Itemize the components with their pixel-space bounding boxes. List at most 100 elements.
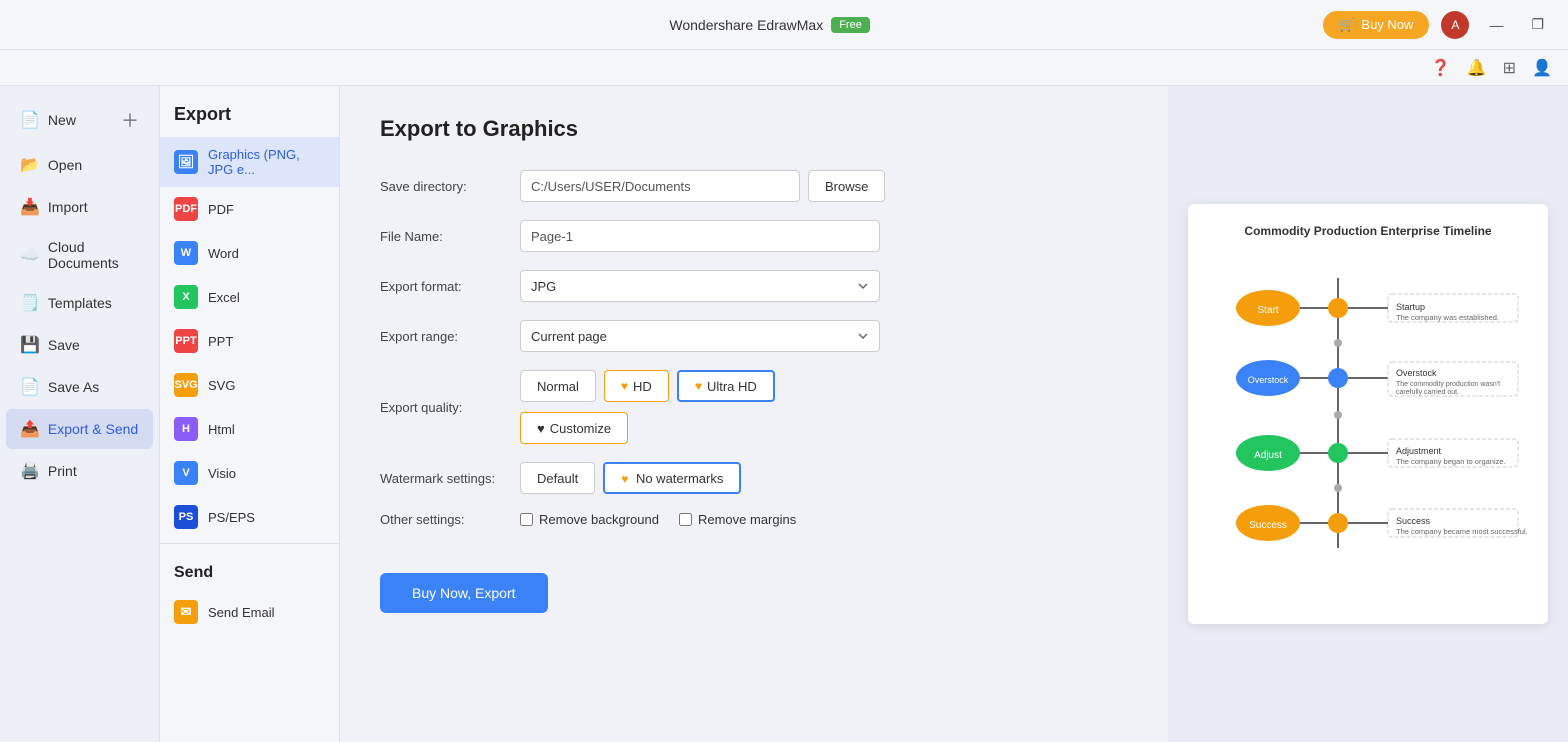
sidebar-item-save[interactable]: 💾 Save xyxy=(6,325,153,365)
new-plus-icon: ＋ xyxy=(121,107,139,133)
ps-icon: PS xyxy=(174,505,198,529)
export-range-label: Export range: xyxy=(380,329,520,344)
file-name-input[interactable] xyxy=(520,220,880,252)
file-name-row: File Name: xyxy=(380,220,1128,252)
export-item-ppt[interactable]: PPT PPT xyxy=(160,319,339,363)
file-name-label: File Name: xyxy=(380,229,520,244)
visio-icon: V xyxy=(174,461,198,485)
watermark-none-button[interactable]: ♥ No watermarks xyxy=(603,462,741,494)
save-icon: 💾 xyxy=(20,335,40,355)
export-button[interactable]: Buy Now, Export xyxy=(380,573,548,613)
sidebar-item-import[interactable]: 📥 Import xyxy=(6,187,153,227)
export-label-svg: SVG xyxy=(208,378,235,393)
watermark-default-button[interactable]: Default xyxy=(520,462,595,494)
app-title: Wondershare EdrawMax xyxy=(669,17,823,33)
export-format-row: Export format: JPG PNG BMP GIF TIFF xyxy=(380,270,1128,302)
export-format-control: JPG PNG BMP GIF TIFF xyxy=(520,270,1128,302)
svg-text:Overstock: Overstock xyxy=(1248,375,1289,385)
browse-button[interactable]: Browse xyxy=(808,170,885,202)
svg-text:The company became most succes: The company became most successful. xyxy=(1396,527,1528,536)
quality-ultrahd-button[interactable]: ♥ Ultra HD xyxy=(677,370,775,402)
svg-text:Start: Start xyxy=(1257,305,1278,316)
sidebar-item-export-label: Export & Send xyxy=(48,421,138,437)
maximize-button[interactable]: ❐ xyxy=(1523,12,1552,37)
remove-background-checkbox[interactable] xyxy=(520,513,533,526)
customize-heart-icon: ♥ xyxy=(537,421,545,436)
export-quality-row: Export quality: Normal ♥ HD ♥ Ultra HD xyxy=(380,370,1128,444)
toolbar2: ❓ 🔔 ⊞ 👤 xyxy=(0,50,1568,86)
sidebar-item-print-label: Print xyxy=(48,463,77,479)
sidebar-item-open[interactable]: 📂 Open xyxy=(6,145,153,185)
export-item-visio[interactable]: V Visio xyxy=(160,451,339,495)
notification-icon[interactable]: 🔔 xyxy=(1467,58,1487,78)
remove-background-label[interactable]: Remove background xyxy=(520,512,659,527)
export-panel: Export 🖼 Graphics (PNG, JPG e... PDF PDF… xyxy=(160,86,340,742)
quality-hd-label: HD xyxy=(633,379,652,394)
export-format-select[interactable]: JPG PNG BMP GIF TIFF xyxy=(520,270,880,302)
sidebar-item-saveas[interactable]: 📄 Save As xyxy=(6,367,153,407)
customize-label: Customize xyxy=(550,421,611,436)
sidebar-item-print[interactable]: 🖨️ Print xyxy=(6,451,153,491)
remove-margins-text: Remove margins xyxy=(698,512,796,527)
cloud-icon: ☁️ xyxy=(20,245,40,265)
export-item-ps[interactable]: PS PS/EPS xyxy=(160,495,339,539)
send-section-title: Send xyxy=(160,548,339,590)
pdf-icon: PDF xyxy=(174,197,198,221)
svg-text:Success: Success xyxy=(1396,516,1431,526)
watermark-label: Watermark settings: xyxy=(380,471,520,486)
remove-margins-label[interactable]: Remove margins xyxy=(679,512,796,527)
export-item-pdf[interactable]: PDF PDF xyxy=(160,187,339,231)
export-label-pdf: PDF xyxy=(208,202,234,217)
content-area: Export to Graphics Save directory: Brows… xyxy=(340,86,1168,742)
svg-text:Startup: Startup xyxy=(1396,302,1425,312)
export-quality-control: Normal ♥ HD ♥ Ultra HD ♥ Customiz xyxy=(520,370,1128,444)
other-settings-label: Other settings: xyxy=(380,512,520,527)
other-settings-row: Other settings: Remove background Remove… xyxy=(380,512,1128,527)
customize-button[interactable]: ♥ Customize xyxy=(520,412,628,444)
quality-normal-button[interactable]: Normal xyxy=(520,370,596,402)
save-directory-input[interactable] xyxy=(520,170,800,202)
export-item-word[interactable]: W Word xyxy=(160,231,339,275)
avatar[interactable]: A xyxy=(1441,11,1469,39)
sidebar-item-import-label: Import xyxy=(48,199,88,215)
svg-text:The commodity production wasn': The commodity production wasn't xyxy=(1396,381,1500,388)
sidebar-item-open-label: Open xyxy=(48,157,82,173)
saveas-icon: 📄 xyxy=(20,377,40,397)
export-panel-title: Export xyxy=(160,86,339,137)
watermark-row: Watermark settings: Default ♥ No waterma… xyxy=(380,462,1128,494)
sidebar-item-templates-label: Templates xyxy=(48,295,112,311)
print-icon: 🖨️ xyxy=(20,461,40,481)
page-title: Export to Graphics xyxy=(380,116,1128,142)
sidebar-item-save-label: Save xyxy=(48,337,80,353)
layout-icon[interactable]: ⊞ xyxy=(1503,58,1516,78)
new-icon: 📄 xyxy=(20,110,40,130)
help-icon[interactable]: ❓ xyxy=(1431,58,1451,78)
send-item-email[interactable]: ✉ Send Email xyxy=(160,590,339,634)
graphics-icon: 🖼 xyxy=(174,150,198,174)
user-icon[interactable]: 👤 xyxy=(1532,58,1552,78)
main-layout: 📄 New ＋ 📂 Open 📥 Import ☁️ Cloud Documen… xyxy=(0,86,1568,742)
sidebar-item-export[interactable]: 📤 Export & Send xyxy=(6,409,153,449)
minimize-button[interactable]: — xyxy=(1481,13,1511,37)
excel-icon: X xyxy=(174,285,198,309)
panel-divider xyxy=(160,543,339,544)
node-adjust-center xyxy=(1328,443,1348,463)
sidebar-item-cloud[interactable]: ☁️ Cloud Documents xyxy=(6,229,153,281)
sidebar-item-new[interactable]: 📄 New ＋ xyxy=(6,97,153,143)
titlebar: Wondershare EdrawMax Free 🛒 Buy Now A — … xyxy=(0,0,1568,50)
export-range-select[interactable]: Current page All pages Selected pages xyxy=(520,320,880,352)
titlebar-right: 🛒 Buy Now A — ❐ xyxy=(1323,11,1552,39)
export-item-graphics[interactable]: 🖼 Graphics (PNG, JPG e... xyxy=(160,137,339,187)
remove-margins-checkbox[interactable] xyxy=(679,513,692,526)
export-label-visio: Visio xyxy=(208,466,236,481)
node-success-center xyxy=(1328,513,1348,533)
sidebar-item-templates[interactable]: 🗒️ Templates xyxy=(6,283,153,323)
timeline-svg: Start Startup The company was establishe… xyxy=(1208,258,1528,558)
buy-now-button[interactable]: 🛒 Buy Now xyxy=(1323,11,1429,39)
export-item-html[interactable]: H Html xyxy=(160,407,339,451)
export-item-svg[interactable]: SVG SVG xyxy=(160,363,339,407)
export-quality-label: Export quality: xyxy=(380,400,520,415)
watermark-control: Default ♥ No watermarks xyxy=(520,462,1128,494)
quality-hd-button[interactable]: ♥ HD xyxy=(604,370,669,402)
export-item-excel[interactable]: X Excel xyxy=(160,275,339,319)
